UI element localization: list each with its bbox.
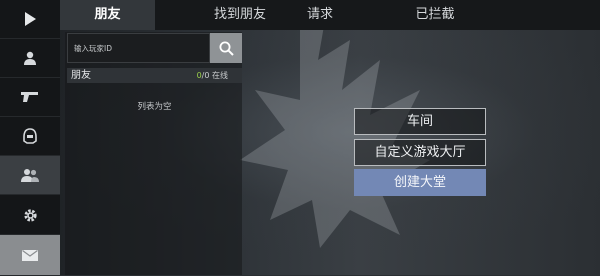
sidebar [0, 0, 60, 276]
sidebar-item-settings[interactable] [0, 196, 60, 235]
online-count: 0/0 在线 [197, 68, 228, 83]
player-id-search [67, 33, 210, 63]
mail-icon [22, 249, 38, 261]
sidebar-item-friends[interactable] [0, 156, 60, 195]
gear-icon [23, 208, 37, 222]
search-icon [219, 41, 234, 56]
friends-icon [21, 169, 39, 182]
friends-list-title: 朋友 [71, 70, 91, 81]
create-lobby-button[interactable]: 创建大堂 [354, 169, 486, 196]
helmet-icon [23, 128, 37, 144]
friends-list-header: 朋友 0/0 在线 [67, 68, 242, 83]
faction-emblem-watermark [240, 20, 430, 248]
tab-blocked[interactable]: 已拦截 [400, 0, 470, 30]
tab-friends[interactable]: 朋友 [60, 0, 155, 30]
player-id-input[interactable] [68, 34, 209, 62]
sidebar-item-play[interactable] [0, 0, 60, 39]
pistol-icon [21, 92, 38, 102]
empty-list-message: 列表为空 [137, 102, 172, 112]
sidebar-item-weapons[interactable] [0, 78, 60, 117]
sidebar-item-operators[interactable] [0, 117, 60, 156]
online-count-suffix: /0 在线 [201, 71, 228, 80]
tab-requests[interactable]: 请求 [285, 0, 355, 30]
search-button[interactable] [210, 33, 242, 63]
sidebar-item-profile[interactable] [0, 39, 60, 78]
garage-button[interactable]: 车间 [354, 108, 486, 135]
sidebar-item-mail[interactable] [0, 235, 60, 276]
play-icon [25, 12, 36, 26]
user-icon [24, 51, 36, 65]
custom-lobby-button[interactable]: 自定义游戏大厅 [354, 139, 486, 166]
tab-bar: 朋友 找到朋友 请求 已拦截 [60, 0, 600, 30]
tab-find-friends[interactable]: 找到朋友 [190, 0, 290, 30]
